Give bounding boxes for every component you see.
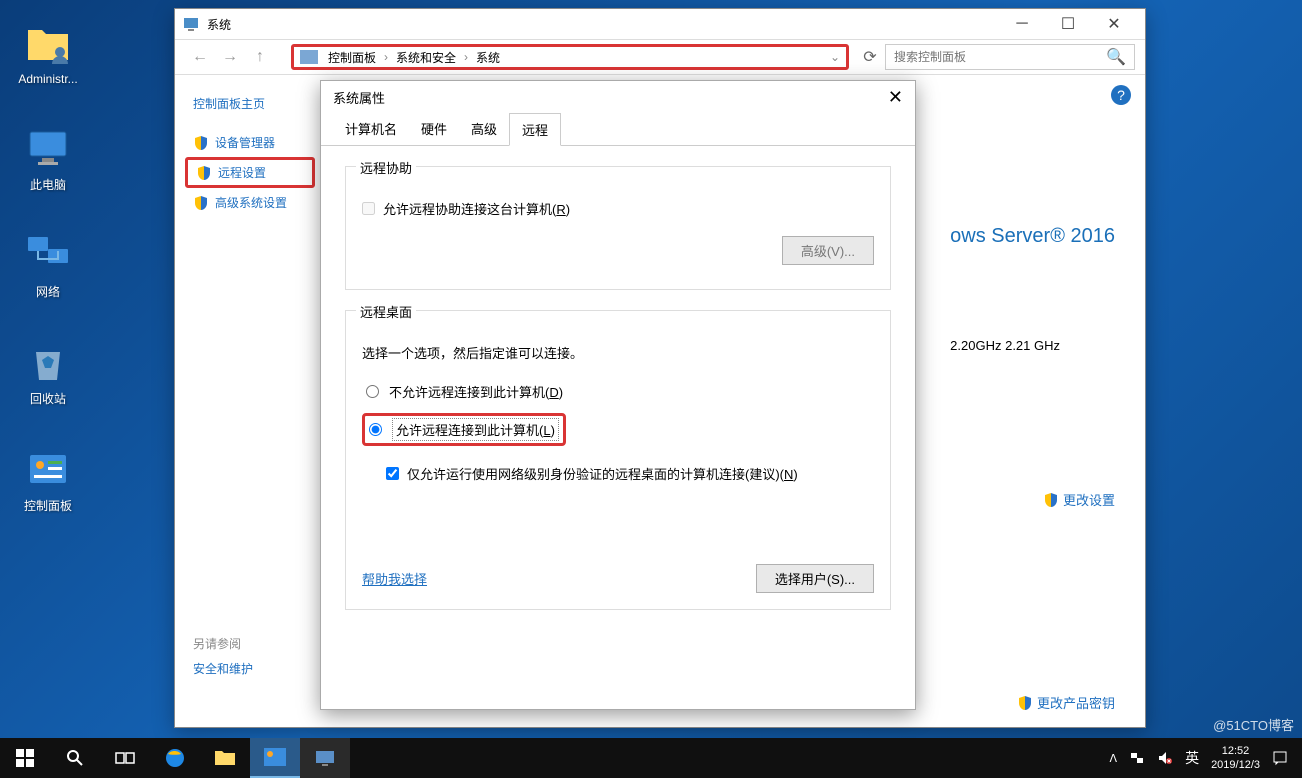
sidebar-security-maintenance[interactable]: 安全和维护	[185, 652, 315, 685]
ie-icon	[163, 746, 187, 770]
sidebar: 控制面板主页 设备管理器 远程设置 高级系统设置 另请参阅 安全和维护	[175, 75, 325, 727]
window-title: 系统	[207, 16, 231, 33]
refresh-button[interactable]: ⟳	[855, 47, 885, 67]
watermark: @51CTO博客	[1213, 715, 1294, 734]
allow-remote-assistance-label: 允许远程协助连接这台计算机(R)	[383, 199, 570, 218]
tray-chevron-up[interactable]: ᐱ	[1104, 752, 1124, 765]
control-panel-taskbar-icon	[264, 748, 286, 766]
remote-desktop-instruction: 选择一个选项，然后指定谁可以连接。	[362, 343, 874, 362]
desktop-icon-administrator[interactable]: Administr...	[8, 20, 88, 86]
breadcrumb[interactable]: 控制面板› 系统和安全› 系统 ⌄	[291, 44, 849, 70]
remote-assistance-group: 远程协助 允许远程协助连接这台计算机(R) 高级(V)...	[345, 166, 891, 290]
radio-disallow-input[interactable]	[366, 385, 379, 398]
dialog-title-bar: 系统属性 ✕	[321, 81, 915, 113]
control-panel-icon	[24, 445, 72, 493]
search-icon[interactable]: 🔍	[1106, 47, 1126, 67]
remote-desktop-legend: 远程桌面	[356, 302, 416, 321]
nav-up[interactable]: ↑	[245, 48, 275, 66]
dialog-close-button[interactable]: ✕	[888, 87, 903, 108]
radio-disallow-remote[interactable]: 不允许远程连接到此计算机(D)	[362, 380, 874, 403]
maximize-button[interactable]: ☐	[1045, 9, 1091, 39]
nav-bar: ← → ↑ 控制面板› 系统和安全› 系统 ⌄ ⟳ 🔍	[175, 39, 1145, 75]
ime-indicator[interactable]: 英	[1179, 748, 1205, 768]
help-button[interactable]: ?	[1111, 85, 1131, 105]
os-name: ows Server® 2016	[950, 225, 1115, 248]
allow-remote-assistance-checkbox[interactable]	[362, 202, 375, 215]
recycle-bin-icon	[24, 338, 72, 386]
windows-icon	[16, 749, 34, 767]
task-view-button[interactable]	[100, 738, 150, 778]
system-icon	[183, 16, 199, 32]
sidebar-see-also: 另请参阅	[185, 635, 315, 652]
taskbar-explorer[interactable]	[200, 738, 250, 778]
user-folder-icon	[24, 20, 72, 68]
cpu-info: 2.20GHz 2.21 GHz	[950, 338, 1115, 353]
remote-assistance-legend: 远程协助	[356, 158, 416, 177]
change-settings-link[interactable]: 更改设置	[1043, 490, 1115, 509]
action-center-button[interactable]	[1266, 750, 1294, 766]
radio-allow-input[interactable]	[369, 423, 382, 436]
nav-forward[interactable]: →	[215, 48, 245, 66]
taskbar-system[interactable]	[300, 738, 350, 778]
nla-checkbox[interactable]	[386, 467, 399, 480]
desktop-icon-control-panel[interactable]: 控制面板	[8, 445, 88, 514]
search-input[interactable]	[894, 50, 1106, 64]
taskbar-control-panel[interactable]	[250, 738, 300, 778]
network-icon	[24, 231, 72, 279]
advanced-button[interactable]: 高级(V)...	[782, 236, 874, 265]
shield-icon	[1017, 695, 1033, 711]
tray-volume-icon[interactable]	[1151, 750, 1179, 766]
shield-icon	[193, 135, 209, 151]
taskbar-clock[interactable]: 12:52 2019/12/3	[1205, 744, 1266, 773]
close-button[interactable]: ✕	[1091, 9, 1137, 39]
minimize-button[interactable]: ─	[999, 9, 1045, 39]
search-icon	[66, 749, 84, 767]
shield-icon	[196, 165, 212, 181]
sidebar-device-manager[interactable]: 设备管理器	[185, 130, 315, 155]
sidebar-remote-settings[interactable]: 远程设置	[185, 157, 315, 188]
nav-back[interactable]: ←	[185, 48, 215, 66]
taskbar: ᐱ 英 12:52 2019/12/3	[0, 738, 1302, 778]
sidebar-advanced-settings[interactable]: 高级系统设置	[185, 190, 315, 215]
help-me-choose-link[interactable]: 帮助我选择	[362, 569, 427, 588]
remote-desktop-group: 远程桌面 选择一个选项，然后指定谁可以连接。 不允许远程连接到此计算机(D) 允…	[345, 310, 891, 610]
tab-hardware[interactable]: 硬件	[409, 113, 459, 145]
breadcrumb-icon	[300, 50, 318, 64]
folder-icon	[214, 749, 236, 767]
desktop-icon-recycle-bin[interactable]: 回收站	[8, 338, 88, 407]
tab-remote[interactable]: 远程	[509, 113, 561, 146]
system-taskbar-icon	[314, 749, 336, 767]
chevron-down-icon[interactable]: ⌄	[830, 50, 840, 64]
taskbar-ie[interactable]	[150, 738, 200, 778]
sidebar-title[interactable]: 控制面板主页	[185, 95, 315, 112]
tab-advanced[interactable]: 高级	[459, 113, 509, 145]
tray-network-icon[interactable]	[1123, 750, 1151, 766]
monitor-icon	[24, 124, 72, 172]
desktop-icon-network[interactable]: 网络	[8, 231, 88, 300]
radio-allow-remote[interactable]: 允许远程连接到此计算机(L)	[362, 413, 566, 446]
dialog-title: 系统属性	[333, 88, 385, 107]
search-button[interactable]	[50, 738, 100, 778]
change-product-key-link[interactable]: 更改产品密钥	[1017, 693, 1115, 712]
desktop-icon-this-pc[interactable]: 此电脑	[8, 124, 88, 193]
title-bar: 系统 ─ ☐ ✕	[175, 9, 1145, 39]
task-view-icon	[115, 750, 135, 766]
tab-computer-name[interactable]: 计算机名	[333, 113, 409, 145]
dialog-tabs: 计算机名 硬件 高级 远程	[321, 113, 915, 146]
shield-icon	[193, 195, 209, 211]
nla-label: 仅允许运行使用网络级别身份验证的远程桌面的计算机连接(建议)(N)	[407, 464, 798, 483]
search-box[interactable]: 🔍	[885, 44, 1135, 70]
system-properties-dialog: 系统属性 ✕ 计算机名 硬件 高级 远程 远程协助 允许远程协助连接这台计算机(…	[320, 80, 916, 710]
start-button[interactable]	[0, 738, 50, 778]
shield-icon	[1043, 492, 1059, 508]
select-users-button[interactable]: 选择用户(S)...	[756, 564, 874, 593]
